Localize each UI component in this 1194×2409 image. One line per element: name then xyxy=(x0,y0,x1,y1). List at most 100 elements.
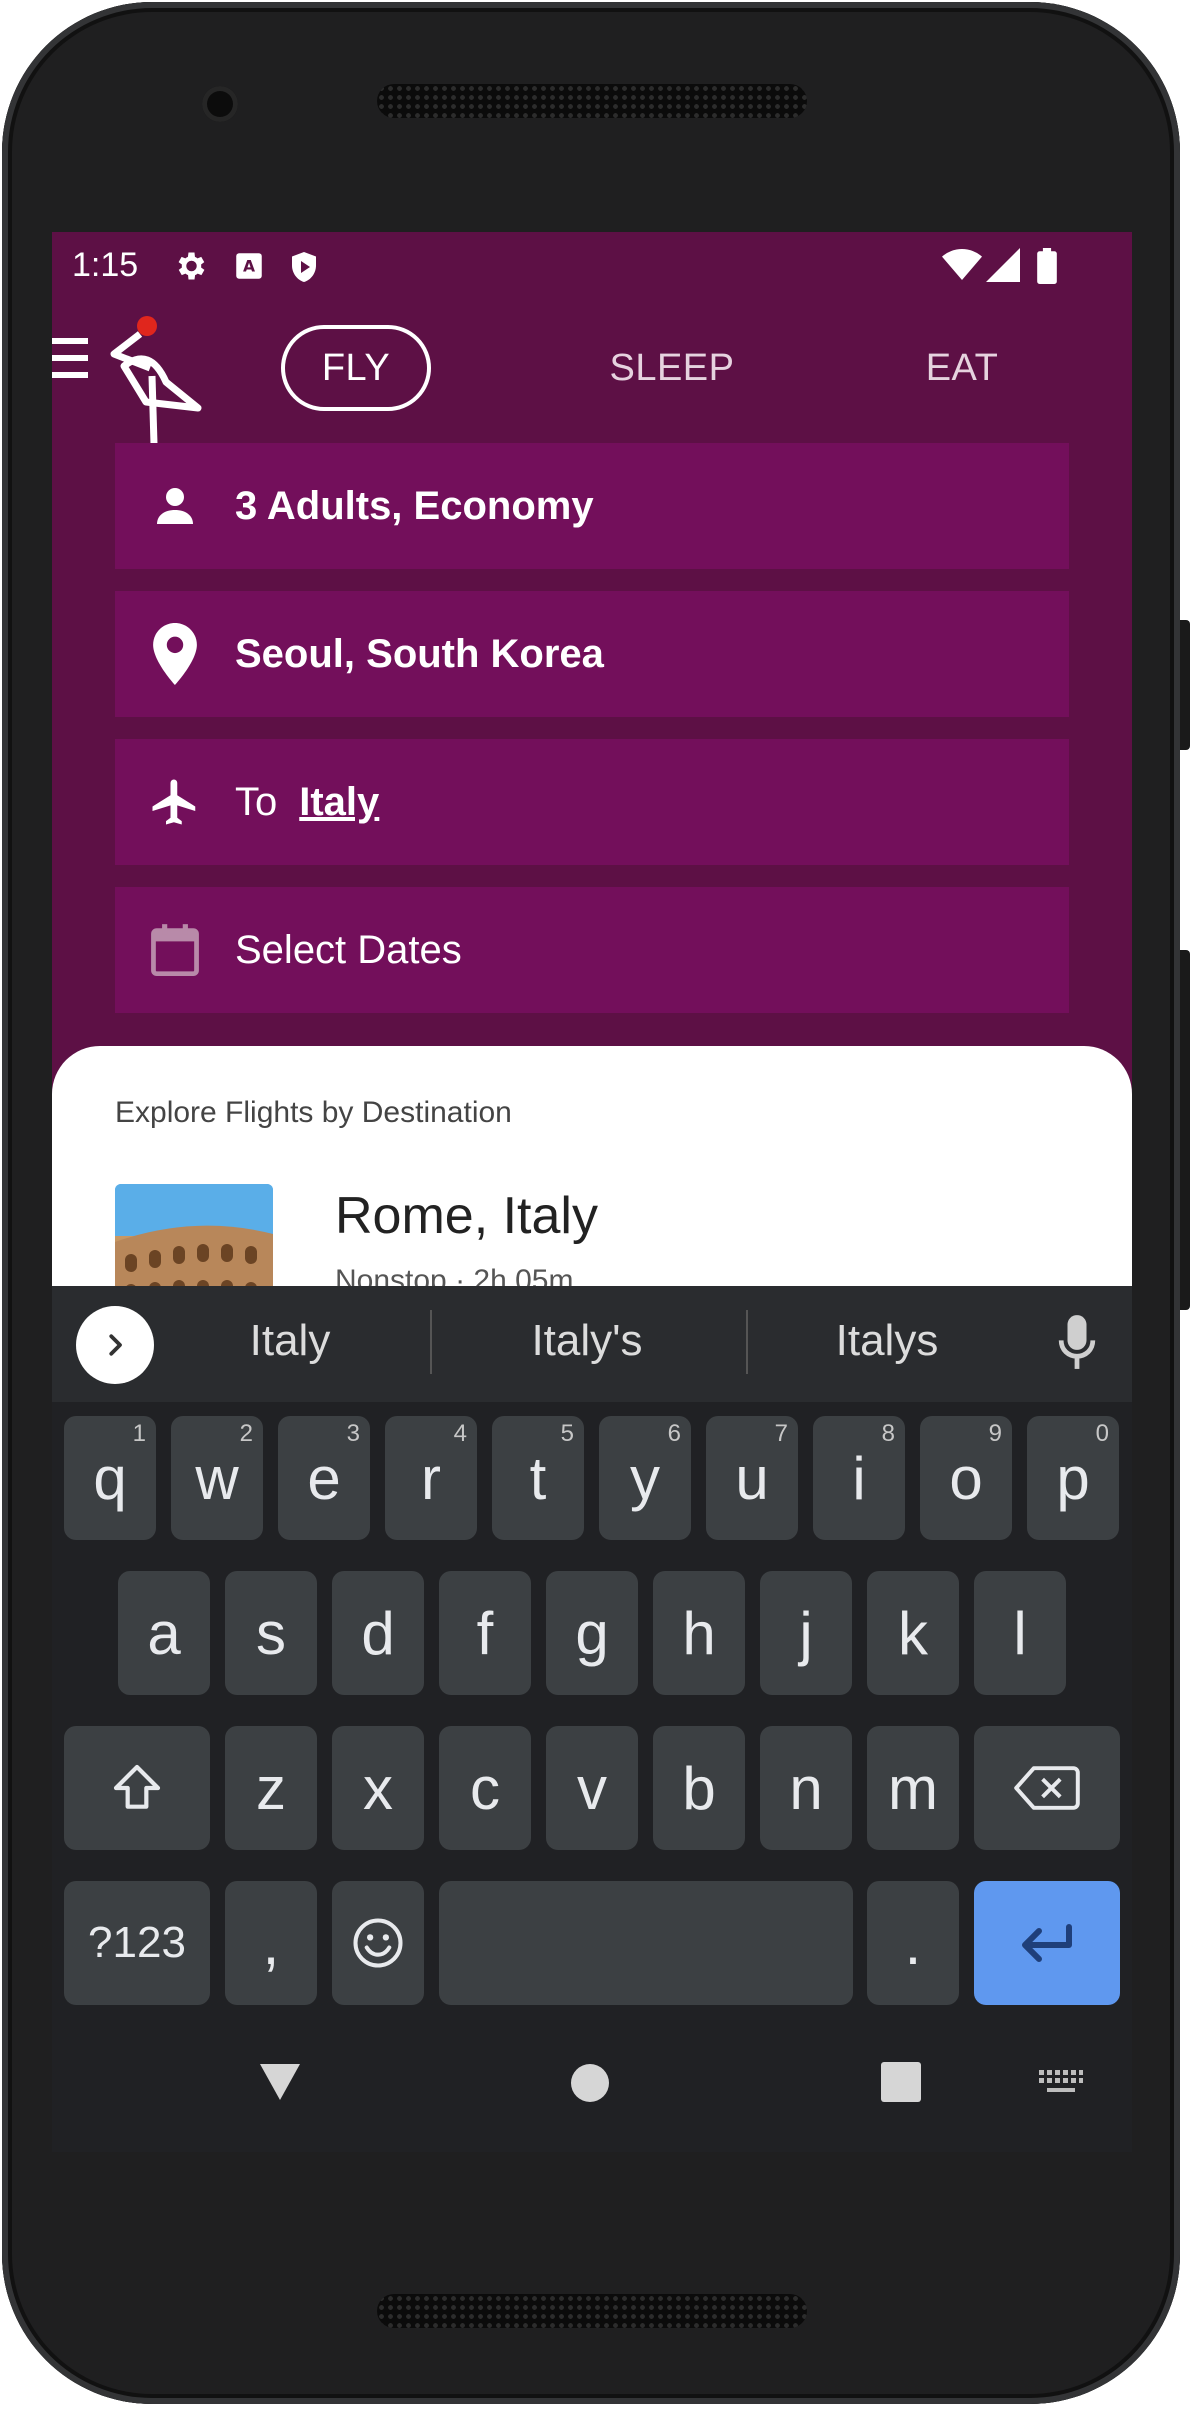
microphone-icon[interactable] xyxy=(1058,1314,1096,1370)
shield-play-icon xyxy=(292,252,316,282)
smiley-icon xyxy=(353,1918,403,1968)
key-hint: 4 xyxy=(453,1420,467,1447)
key-n[interactable]: n xyxy=(760,1726,852,1850)
shift-key[interactable] xyxy=(64,1726,210,1850)
key-m[interactable]: m xyxy=(867,1726,959,1850)
key-t[interactable]: t5 xyxy=(492,1416,584,1540)
svg-text:A: A xyxy=(243,258,255,276)
travellers-field[interactable]: 3 Adults, Economy xyxy=(115,443,1069,569)
front-camera xyxy=(202,86,238,122)
suggestion-bar: Italy Italy's Italys xyxy=(52,1286,1132,1402)
origin-field[interactable]: Seoul, South Korea xyxy=(115,591,1069,717)
shift-icon xyxy=(113,1764,161,1809)
suggestion-2[interactable]: Italy's xyxy=(462,1316,712,1366)
key-o[interactable]: o9 xyxy=(920,1416,1012,1540)
key-label: r xyxy=(421,1444,441,1512)
tab-eat[interactable]: EAT xyxy=(897,325,1027,411)
key-hint: 0 xyxy=(1095,1420,1109,1447)
key-e[interactable]: e3 xyxy=(278,1416,370,1540)
recents-nav-icon[interactable] xyxy=(881,2062,921,2102)
key-z[interactable]: z xyxy=(225,1726,317,1850)
suggestion-1[interactable]: Italy xyxy=(165,1316,415,1366)
destination-field[interactable]: To Italy xyxy=(115,739,1069,865)
key-hint: 9 xyxy=(988,1420,1002,1447)
key-label: o xyxy=(949,1444,983,1512)
key-d[interactable]: d xyxy=(332,1571,424,1695)
key-i[interactable]: i8 xyxy=(813,1416,905,1540)
key-x[interactable]: x xyxy=(332,1726,424,1850)
travellers-value: 3 Adults, Economy xyxy=(235,483,594,528)
tab-fly[interactable]: FLY xyxy=(281,325,431,411)
status-time: 1:15 xyxy=(72,246,139,284)
key-label: w xyxy=(195,1444,239,1512)
location-pin-icon xyxy=(153,623,197,685)
key-label: e xyxy=(307,1444,341,1512)
key-u[interactable]: u7 xyxy=(706,1416,798,1540)
signal-icon xyxy=(986,248,1020,282)
enter-key[interactable] xyxy=(974,1881,1120,2005)
crane-logo-icon xyxy=(110,316,202,445)
key-l[interactable]: l xyxy=(974,1571,1066,1695)
key-hint: 2 xyxy=(239,1420,253,1447)
key-c[interactable]: c xyxy=(439,1726,531,1850)
key-y[interactable]: y6 xyxy=(599,1416,691,1540)
suggestion-3[interactable]: Italys xyxy=(762,1316,1012,1366)
person-icon xyxy=(157,488,193,524)
screen: 1:15 A FLY SLEEP EAT 3 Adults, Economy S… xyxy=(52,232,1132,2152)
key-s[interactable]: s xyxy=(225,1571,317,1695)
symbols-key[interactable]: ?123 xyxy=(64,1881,210,2005)
key-b[interactable]: b xyxy=(653,1726,745,1850)
key-h[interactable]: h xyxy=(653,1571,745,1695)
key-label: t xyxy=(529,1444,547,1512)
power-button xyxy=(1180,620,1190,750)
expand-suggestions-button[interactable] xyxy=(76,1306,154,1384)
home-nav-icon[interactable] xyxy=(569,2062,611,2104)
tab-sleep[interactable]: SLEEP xyxy=(572,325,772,411)
backspace-key[interactable] xyxy=(974,1726,1120,1850)
period-key[interactable]: . xyxy=(867,1881,959,2005)
comma-key[interactable]: , xyxy=(225,1881,317,2005)
destination-name[interactable]: Rome, Italy xyxy=(335,1186,598,1246)
soft-keyboard: Italy Italy's Italys q1 w2 e3 r4 t5 y6 u… xyxy=(52,1286,1132,2152)
hamburger-icon[interactable] xyxy=(52,336,92,380)
airplane-icon xyxy=(152,779,196,825)
key-j[interactable]: j xyxy=(760,1571,852,1695)
key-p[interactable]: p0 xyxy=(1027,1416,1119,1540)
suggestion-divider xyxy=(430,1310,432,1374)
key-hint: 7 xyxy=(774,1420,788,1447)
volume-button xyxy=(1180,950,1190,1310)
backspace-icon xyxy=(1014,1766,1080,1810)
wifi-icon xyxy=(942,249,982,280)
key-label: y xyxy=(630,1444,660,1512)
explore-title: Explore Flights by Destination xyxy=(115,1096,512,1129)
keyboard-switch-icon[interactable] xyxy=(1039,2070,1083,2096)
chevron-right-icon xyxy=(109,1334,122,1356)
suggestion-divider xyxy=(746,1310,748,1374)
back-nav-icon[interactable] xyxy=(258,2062,302,2102)
key-hint: 8 xyxy=(881,1420,895,1447)
key-hint: 1 xyxy=(132,1420,146,1447)
key-hint: 5 xyxy=(560,1420,574,1447)
battery-icon xyxy=(1037,248,1057,284)
key-f[interactable]: f xyxy=(439,1571,531,1695)
origin-value: Seoul, South Korea xyxy=(235,631,604,676)
dates-placeholder: Select Dates xyxy=(235,927,462,972)
key-a[interactable]: a xyxy=(118,1571,210,1695)
emoji-key[interactable] xyxy=(332,1881,424,2005)
enter-icon xyxy=(1022,1924,1072,1962)
dates-field[interactable]: Select Dates xyxy=(115,887,1069,1013)
destination-prefix: To xyxy=(235,779,278,824)
a-keyboard-icon: A xyxy=(236,253,262,279)
key-v[interactable]: v xyxy=(546,1726,638,1850)
key-r[interactable]: r4 xyxy=(385,1416,477,1540)
gear-icon xyxy=(178,252,205,280)
key-label: p xyxy=(1056,1444,1090,1512)
key-k[interactable]: k xyxy=(867,1571,959,1695)
key-g[interactable]: g xyxy=(546,1571,638,1695)
key-q[interactable]: q1 xyxy=(64,1416,156,1540)
space-bar[interactable] xyxy=(439,1881,853,2005)
key-label: q xyxy=(93,1444,127,1512)
destination-input[interactable]: Italy xyxy=(299,780,379,825)
key-w[interactable]: w2 xyxy=(171,1416,263,1540)
bottom-speaker xyxy=(377,2294,807,2328)
